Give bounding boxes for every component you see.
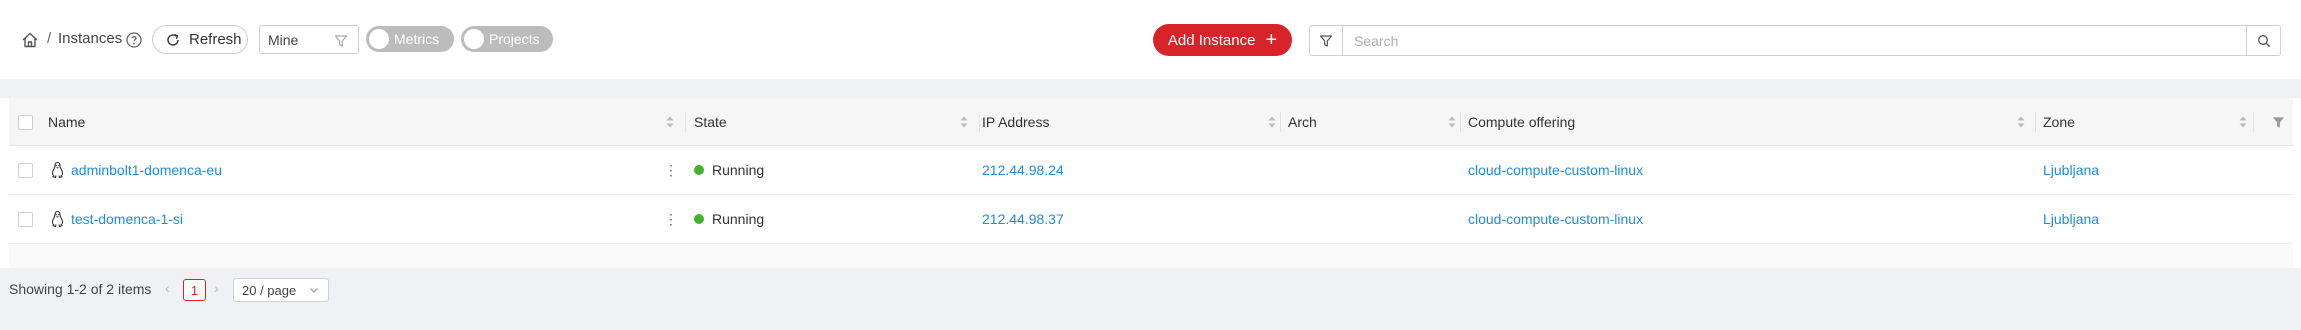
row-checkbox[interactable] xyxy=(18,163,33,178)
instance-name-link[interactable]: adminbolt1-domenca-eu xyxy=(71,162,222,178)
running-status-dot xyxy=(694,165,704,175)
top-toolbar: / Instances Refresh Mine Metrics Project… xyxy=(0,0,2301,79)
zone-cell: Ljubljana xyxy=(2043,146,2099,194)
column-divider xyxy=(2035,112,2036,132)
metrics-toggle-label: Metrics xyxy=(394,31,440,47)
instance-name-cell: adminbolt1-domenca-eu xyxy=(50,146,222,194)
refresh-label: Refresh xyxy=(189,31,242,48)
pagination-total: Showing 1-2 of 2 items xyxy=(9,281,152,297)
row-checkbox[interactable] xyxy=(18,212,33,227)
metrics-toggle[interactable]: Metrics xyxy=(366,26,454,52)
search-filter-button[interactable] xyxy=(1310,26,1343,55)
sort-icon xyxy=(1268,116,1276,128)
linux-icon xyxy=(51,161,64,179)
table-row: adminbolt1-domenca-eu ⋮ Running 212.44.9… xyxy=(9,146,2293,195)
sort-icon xyxy=(666,116,674,128)
column-label: Zone xyxy=(2043,114,2075,130)
ip-address-link[interactable]: 212.44.98.37 xyxy=(982,211,1064,227)
sort-icon xyxy=(2239,116,2247,128)
more-vertical-icon[interactable]: ⋮ xyxy=(664,210,678,228)
running-status-dot xyxy=(694,214,704,224)
add-instance-label: Add Instance xyxy=(1167,31,1256,49)
column-label: State xyxy=(694,114,727,130)
ownership-filter-value: Mine xyxy=(268,31,299,48)
page-size-value: 20 / page xyxy=(242,282,297,298)
plus-icon: + xyxy=(1265,29,1278,51)
column-filter-button[interactable] xyxy=(2263,98,2293,146)
zone-link[interactable]: Ljubljana xyxy=(2043,211,2099,227)
refresh-icon xyxy=(165,32,181,48)
column-header-state[interactable]: State xyxy=(694,98,976,146)
compute-offering-link[interactable]: cloud-compute-custom-linux xyxy=(1468,162,1643,178)
linux-icon xyxy=(51,210,64,228)
state-cell: Running xyxy=(694,146,764,194)
funnel-icon xyxy=(334,34,348,48)
state-cell: Running xyxy=(694,195,764,243)
column-divider xyxy=(685,112,686,132)
column-header-arch[interactable]: Arch xyxy=(1288,98,1464,146)
column-header-ip-address[interactable]: IP Address xyxy=(982,98,1284,146)
sort-icon xyxy=(1448,116,1456,128)
state-text: Running xyxy=(712,162,765,178)
more-vertical-icon[interactable]: ⋮ xyxy=(664,161,678,179)
funnel-icon xyxy=(1319,34,1333,47)
funnel-icon xyxy=(2272,116,2284,128)
table-header: Name State IP Address Arch Compute offer… xyxy=(9,98,2293,146)
zone-cell: Ljubljana xyxy=(2043,195,2099,243)
sort-icon xyxy=(2017,116,2025,128)
column-divider xyxy=(1460,112,1461,132)
table-row: test-domenca-1-si ⋮ Running 212.44.98.37… xyxy=(9,195,2293,244)
column-header-zone[interactable]: Zone xyxy=(2043,98,2255,146)
column-label: Compute offering xyxy=(1468,114,1576,130)
add-instance-button[interactable]: Add Instance + xyxy=(1153,24,1292,56)
search-input[interactable] xyxy=(1344,26,2244,55)
projects-toggle[interactable]: Projects xyxy=(461,26,553,52)
pagination-page-button[interactable]: 1 xyxy=(183,279,206,301)
column-label: Arch xyxy=(1288,114,1317,130)
table-scroll-area xyxy=(9,244,2293,268)
home-icon[interactable] xyxy=(21,31,39,49)
state-text: Running xyxy=(712,211,765,227)
ip-address-cell: 212.44.98.37 xyxy=(982,195,1064,243)
refresh-button[interactable]: Refresh xyxy=(152,25,248,54)
chevron-left-icon[interactable]: ‹ xyxy=(165,280,170,296)
help-icon[interactable] xyxy=(125,31,143,49)
ownership-filter-select[interactable]: Mine xyxy=(259,25,359,54)
column-divider xyxy=(2253,112,2254,132)
ip-address-cell: 212.44.98.24 xyxy=(982,146,1064,194)
instance-name-cell: test-domenca-1-si xyxy=(50,195,183,243)
column-divider xyxy=(1280,112,1281,132)
search-box xyxy=(1309,25,2281,56)
chevron-down-icon xyxy=(310,288,318,293)
select-all-checkbox[interactable] xyxy=(18,115,33,130)
compute-offering-cell: cloud-compute-custom-linux xyxy=(1468,195,1643,243)
column-label: Name xyxy=(48,114,86,130)
column-header-name[interactable]: Name xyxy=(48,98,682,146)
ip-address-link[interactable]: 212.44.98.24 xyxy=(982,162,1064,178)
chevron-right-icon[interactable]: › xyxy=(214,280,219,296)
breadcrumb-separator: / xyxy=(47,30,52,47)
zone-link[interactable]: Ljubljana xyxy=(2043,162,2099,178)
column-label: IP Address xyxy=(982,114,1050,130)
instance-name-link[interactable]: test-domenca-1-si xyxy=(71,211,183,227)
instances-table: Name State IP Address Arch Compute offer… xyxy=(0,98,2301,268)
search-button[interactable] xyxy=(2246,26,2280,55)
metrics-toggle-knob xyxy=(369,29,389,49)
search-icon xyxy=(2257,34,2270,47)
column-header-compute-offering[interactable]: Compute offering xyxy=(1468,98,2033,146)
page-size-select[interactable]: 20 / page xyxy=(233,278,329,302)
sort-icon xyxy=(960,116,968,128)
compute-offering-cell: cloud-compute-custom-linux xyxy=(1468,146,1643,194)
compute-offering-link[interactable]: cloud-compute-custom-linux xyxy=(1468,211,1643,227)
page-title: Instances xyxy=(58,30,123,47)
projects-toggle-label: Projects xyxy=(489,31,540,47)
projects-toggle-knob xyxy=(464,29,484,49)
column-divider xyxy=(979,112,980,132)
